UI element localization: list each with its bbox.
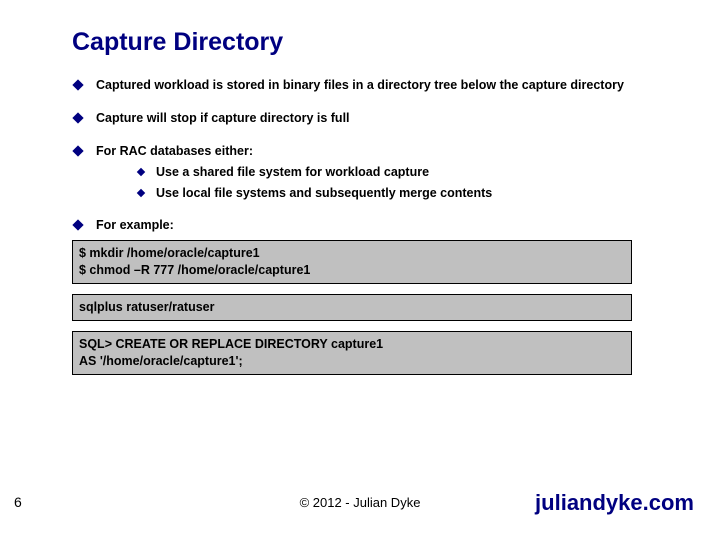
code-block: $ mkdir /home/oracle/capture1 $ chmod –R… (72, 240, 632, 284)
diamond-icon (137, 188, 145, 196)
code-block: SQL> CREATE OR REPLACE DIRECTORY capture… (72, 331, 632, 375)
bullet-text: For RAC databases either: (96, 143, 662, 160)
sub-bullet-item: Use a shared file system for workload ca… (136, 164, 662, 181)
code-block: sqlplus ratuser/ratuser (72, 294, 632, 321)
bullet-text: Use local file systems and subsequently … (156, 185, 492, 202)
diamond-icon (72, 112, 83, 123)
bullet-text: Capture will stop if capture directory i… (96, 110, 662, 127)
diamond-icon (72, 145, 83, 156)
bullet-text: Captured workload is stored in binary fi… (96, 77, 662, 94)
bullet-item: Captured workload is stored in binary fi… (72, 77, 662, 94)
slide-body: Captured workload is stored in binary fi… (72, 77, 662, 375)
bullet-text: Use a shared file system for workload ca… (156, 164, 429, 181)
diamond-icon (72, 79, 83, 90)
bullet-item: Capture will stop if capture directory i… (72, 110, 662, 127)
footer-site: juliandyke.com (535, 490, 694, 516)
bullet-item: For example: (72, 217, 662, 234)
slide-title: Capture Directory (72, 28, 720, 57)
diamond-icon (72, 220, 83, 231)
bullet-item: For RAC databases either: Use a shared f… (72, 143, 662, 202)
slide: Capture Directory Captured workload is s… (0, 0, 720, 540)
bullet-text: For example: (96, 217, 662, 234)
sub-bullet-item: Use local file systems and subsequently … (136, 185, 662, 202)
diamond-icon (137, 167, 145, 175)
